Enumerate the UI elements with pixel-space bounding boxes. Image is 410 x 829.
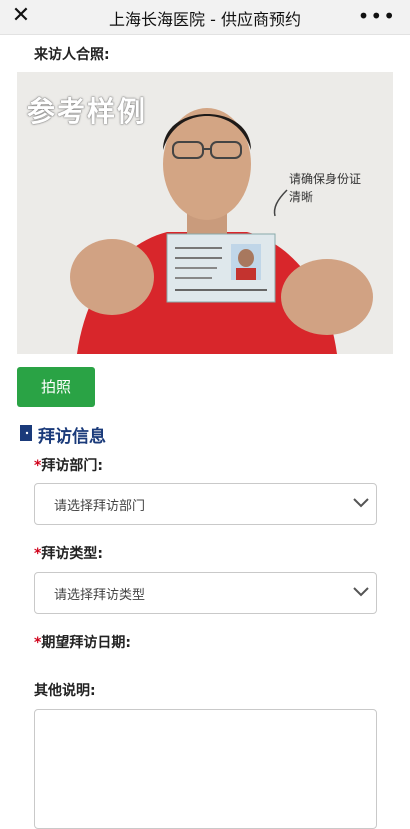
- more-icon[interactable]: •••: [358, 4, 396, 28]
- sample-photo: 参考样例 请确保身份证清晰: [17, 72, 393, 354]
- date-label-text: 期望拜访日期:: [41, 635, 131, 651]
- sample-watermark: 参考样例: [27, 95, 148, 128]
- type-label: *拜访类型:: [34, 543, 103, 563]
- close-icon[interactable]: ✕: [10, 4, 32, 28]
- type-placeholder: 请选择拜访类型: [54, 588, 146, 603]
- department-label-text: 拜访部门:: [41, 458, 103, 474]
- type-select[interactable]: 请选择拜访类型: [34, 572, 377, 614]
- date-label: *期望拜访日期:: [34, 632, 131, 652]
- chevron-down-icon: [353, 498, 369, 508]
- chevron-down-icon: [353, 587, 369, 597]
- department-label: *拜访部门:: [34, 455, 103, 475]
- notes-textarea[interactable]: [34, 709, 377, 829]
- door-icon: [20, 425, 32, 441]
- page-title: 上海长海医院 - 供应商预约: [109, 10, 301, 29]
- type-label-text: 拜访类型:: [41, 546, 103, 562]
- notes-label: 其他说明:: [34, 683, 96, 699]
- visit-info-title: 拜访信息: [38, 427, 106, 447]
- photo-label: 来访人合照:: [34, 47, 110, 63]
- department-select[interactable]: 请选择拜访部门: [34, 483, 377, 525]
- department-placeholder: 请选择拜访部门: [54, 499, 146, 514]
- take-photo-button[interactable]: 拍照: [17, 367, 95, 407]
- photo-note: 请确保身份证清晰: [289, 172, 362, 204]
- top-bar: ✕ 上海长海医院 - 供应商预约 •••: [0, 0, 410, 35]
